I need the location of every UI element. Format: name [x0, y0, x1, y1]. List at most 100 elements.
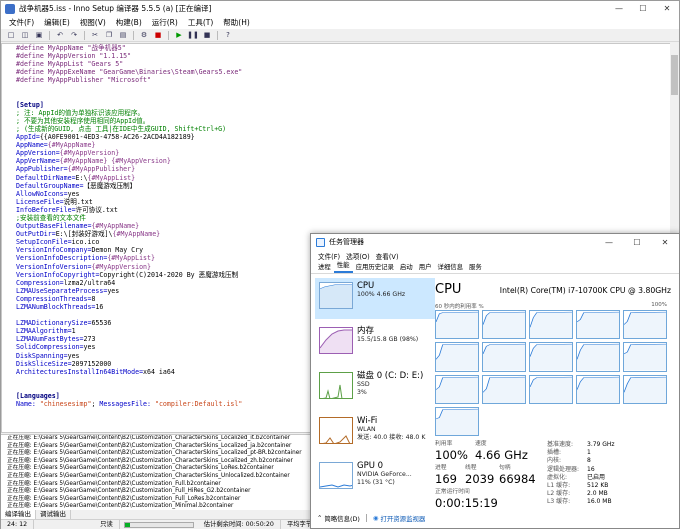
tm-close-icon[interactable]: ✕ — [651, 234, 679, 250]
code-token: SolidCompression= — [16, 343, 84, 352]
code-line: CompressionThreads=8 — [16, 295, 242, 303]
tab-services[interactable]: 服务 — [466, 262, 485, 273]
code-line: [Languages] — [16, 392, 242, 400]
maximize-icon[interactable]: ☐ — [631, 1, 655, 16]
tab-app-history[interactable]: 应用历史记录 — [353, 262, 397, 273]
code-line: LZMADictionarySize=65536 — [16, 319, 242, 327]
sidebar-item-disk[interactable]: 磁盘 0 (C: D: E:) SSD 3% — [315, 368, 435, 409]
code-token: yes — [107, 286, 120, 295]
code-token: CompressionThreads= — [16, 294, 92, 303]
logical-processor-graph — [482, 342, 526, 372]
code-token: LicenseFile= — [16, 197, 64, 206]
code-line: AppId={{A0FE9001-4ED3-4758-AC26-2ACD4A18… — [16, 133, 242, 141]
code-line: #define MyAppPublisher "Microsoft" — [16, 76, 242, 84]
menu-build[interactable]: 构建(B) — [111, 17, 147, 28]
tab-details[interactable]: 详细信息 — [434, 262, 466, 273]
tab-startup[interactable]: 启动 — [397, 262, 416, 273]
code-line: VersionInfoDescription={#MyAppList} — [16, 254, 242, 262]
code-token: {#MyAppName} — [47, 141, 96, 150]
sidebar-item-cpu[interactable]: CPU 100% 4.66 GHz — [315, 278, 435, 319]
cut-icon[interactable]: ✂ — [90, 30, 100, 40]
inno-menubar: 文件(F) 编辑(E) 视图(V) 构建(B) 运行(R) 工具(T) 帮助(H… — [1, 16, 679, 29]
run-icon[interactable]: ▶ — [174, 30, 184, 40]
tm-maximize-icon[interactable]: ☐ — [623, 234, 651, 250]
code-line: ; (生成新的GUID, 点击 工具|在IDE中生成GUID, Shift+Ct… — [16, 125, 242, 133]
stop-compile-icon[interactable]: ■ — [153, 30, 163, 40]
code-token: AppPublisher= — [16, 165, 68, 174]
code-line: ; 不要为其他安装程序使用相同的AppId值。 — [16, 117, 242, 125]
close-icon[interactable]: ✕ — [655, 1, 679, 16]
code-token: OutPutDir= — [16, 230, 56, 239]
spec-key: 逻辑处理器: — [547, 465, 580, 473]
code-token: E:\[封装好游戏]\ — [55, 230, 113, 239]
menu-edit[interactable]: 编辑(E) — [39, 17, 75, 28]
sidebar-cpu-name: CPU — [357, 281, 375, 291]
processes-value: 169 — [435, 472, 457, 486]
code-token: 说明.txt — [63, 197, 93, 206]
tab-compile-output[interactable]: 编译输出 — [1, 510, 36, 519]
spec-row: L3 缓存: 16.0 MB — [547, 498, 675, 506]
sidebar-item-gpu[interactable]: GPU 0 NVIDIA GeForce... 11% (31 °C) — [315, 458, 435, 499]
logical-processor-graph — [623, 342, 667, 372]
new-file-icon[interactable]: □ — [6, 30, 16, 40]
speed-value: 4.66 GHz — [475, 448, 528, 462]
code-token: VersionInfoCopyright= — [16, 270, 100, 279]
code-token: 1 — [71, 327, 76, 336]
copy-icon[interactable]: ❐ — [104, 30, 114, 40]
code-line: VersionInfoCompany=Demon May Cry — [16, 246, 242, 254]
sidebar-memory-name: 内存 — [357, 326, 375, 336]
tm-menu-view[interactable]: 查看(V) — [373, 251, 402, 261]
memory-mini-graph — [319, 327, 353, 354]
logical-processor-graphs — [435, 310, 667, 436]
logical-processor-graph — [435, 342, 479, 372]
inno-titlebar: 战争机器5.iss - Inno Setup 编译器 5.5.5 (a) [正在… — [1, 1, 679, 16]
open-folder-icon[interactable]: ◫ — [20, 30, 30, 40]
code-token: VersionInfoDescription= — [16, 254, 108, 263]
sidebar-gpu-usage: 11% (31 °C) — [357, 478, 395, 486]
sidebar-wifi-name: Wi-Fi — [357, 416, 378, 426]
code-token: 许可协议.txt — [75, 205, 118, 214]
minimize-icon[interactable]: — — [607, 1, 631, 16]
code-token: {#MyAppPublisher} — [67, 165, 136, 174]
tab-performance[interactable]: 性能 — [333, 260, 353, 273]
util-value: 100% — [435, 448, 468, 462]
tm-minimize-icon[interactable]: — — [595, 234, 623, 250]
graph-max: 100% — [651, 302, 667, 308]
tab-processes[interactable]: 进程 — [315, 262, 334, 273]
code-line: AppName={#MyAppName} — [16, 141, 242, 149]
open-resource-monitor-link[interactable]: 打开资源监视器 — [381, 514, 426, 523]
menu-file[interactable]: 文件(F) — [4, 17, 39, 28]
spec-row: L1 缓存: 512 KB — [547, 482, 675, 490]
menu-view[interactable]: 视图(V) — [75, 17, 111, 28]
code-token: Compression= — [16, 278, 64, 287]
sidebar-disk-usage: 3% — [357, 388, 367, 396]
undo-icon[interactable]: ↶ — [55, 30, 65, 40]
terminate-icon[interactable]: ■ — [202, 30, 212, 40]
spec-value: 2.0 MB — [587, 490, 608, 498]
code-token: VersionInfoCompany= — [16, 246, 92, 255]
menu-run[interactable]: 运行(R) — [147, 17, 183, 28]
menu-help[interactable]: 帮助(H) — [218, 17, 255, 28]
code-line: AppVersion={#MyAppVersion} — [16, 149, 242, 157]
save-icon[interactable]: ▣ — [34, 30, 44, 40]
code-line: Compression=lzma2/ultra64 — [16, 279, 242, 287]
tab-users[interactable]: 用户 — [416, 262, 435, 273]
logical-processor-graph — [435, 310, 479, 340]
fewer-details-icon[interactable]: ⌃ — [317, 514, 322, 522]
help-icon[interactable]: ? — [223, 30, 233, 40]
code-line: LZMANumFastBytes=273 — [16, 335, 242, 343]
sidebar-item-memory[interactable]: 内存 15.5/15.8 GB (98%) — [315, 323, 435, 364]
code-line: LZMANumBlockThreads=16 — [16, 303, 242, 311]
redo-icon[interactable]: ↷ — [69, 30, 79, 40]
code-line: SolidCompression=yes — [16, 343, 242, 351]
code-token: ico.ico — [71, 238, 100, 247]
sidebar-item-wifi[interactable]: Wi-Fi WLAN 发送: 40.0 接收: 48.0 K — [315, 413, 435, 454]
cpu-model: Intel(R) Core(TM) i7-10700K CPU @ 3.80GH… — [499, 286, 671, 295]
perf-sidebar: CPU 100% 4.66 GHz 内存 15.5/15.8 GB (98%) … — [315, 278, 435, 504]
compile-icon[interactable]: ⚙ — [139, 30, 149, 40]
pause-icon[interactable]: ❚❚ — [187, 30, 199, 40]
menu-tools[interactable]: 工具(T) — [183, 17, 218, 28]
paste-icon[interactable]: ▤ — [118, 30, 128, 40]
fewer-details-link[interactable]: 简略信息(D) — [324, 514, 359, 523]
tab-debug-output[interactable]: 调试输出 — [36, 510, 71, 519]
